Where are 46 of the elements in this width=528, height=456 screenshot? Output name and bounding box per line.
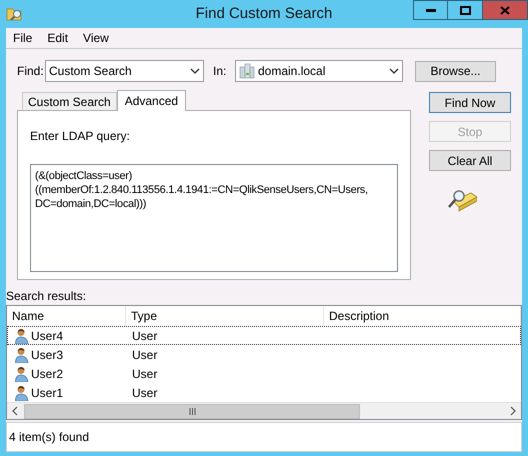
result-row[interactable]: User3 User <box>7 345 521 364</box>
column-header[interactable]: Type <box>126 306 324 326</box>
type-cell-text: User <box>131 384 158 402</box>
close-icon <box>500 6 510 14</box>
status-text: 4 item(s) found <box>9 429 90 446</box>
type-cell-text: User <box>131 346 158 364</box>
in-label: In: <box>213 63 228 80</box>
horizontal-scrollbar[interactable] <box>7 402 521 419</box>
server-icon <box>239 63 255 79</box>
menu-item[interactable]: View <box>83 29 109 47</box>
name-cell-text: User2 <box>31 366 64 382</box>
user-icon <box>15 366 29 382</box>
find-dropdown[interactable]: Custom Search <box>45 60 204 82</box>
query-field[interactable]: (&(objectClass=user) ((memberOf:1.2.840.113556.1.4.1941:=CN=QlikSenseUsers,CN=Users, DC=domain,DC=local))) <box>30 164 398 272</box>
result-row[interactable]: User2 User <box>7 364 521 383</box>
result-row[interactable]: User1 User <box>7 383 521 402</box>
column-header[interactable]: Description <box>324 306 521 326</box>
user-icon <box>15 346 29 362</box>
name-cell-text: User3 <box>31 346 64 364</box>
query-label: Enter LDAP query: <box>30 128 131 145</box>
type-cell-text: User <box>131 366 158 382</box>
grip-icon <box>188 408 196 414</box>
minimize-icon <box>426 8 436 12</box>
scrollbar-thumb[interactable] <box>24 404 360 418</box>
name-cell-text: User4 <box>31 328 64 344</box>
column-header[interactable]: Name <box>7 306 126 326</box>
type-cell-text: User <box>131 328 158 344</box>
window-title: Find Custom Search <box>194 4 334 24</box>
search-folder-icon <box>6 6 24 22</box>
tab[interactable]: Advanced <box>116 90 186 111</box>
name-cell-text: User1 <box>31 384 64 402</box>
user-icon <box>15 384 29 400</box>
browse-button[interactable]: Browse... <box>415 60 496 82</box>
find-label: Find: <box>17 63 45 80</box>
result-row[interactable]: User4 User <box>7 326 521 345</box>
close-button[interactable] <box>483 0 528 20</box>
action-button[interactable]: Find Now <box>429 92 511 113</box>
in-dropdown[interactable]: domain.local <box>235 60 403 82</box>
results-label: Search results: <box>6 288 88 302</box>
action-button[interactable]: Clear All <box>429 150 511 171</box>
minimize-button[interactable] <box>413 0 448 20</box>
tab[interactable]: Custom Search <box>22 92 117 110</box>
user-icon <box>15 328 29 344</box>
menu-item[interactable]: File <box>13 29 32 47</box>
menu-item[interactable]: Edit <box>47 29 68 47</box>
maximize-icon <box>460 6 470 14</box>
